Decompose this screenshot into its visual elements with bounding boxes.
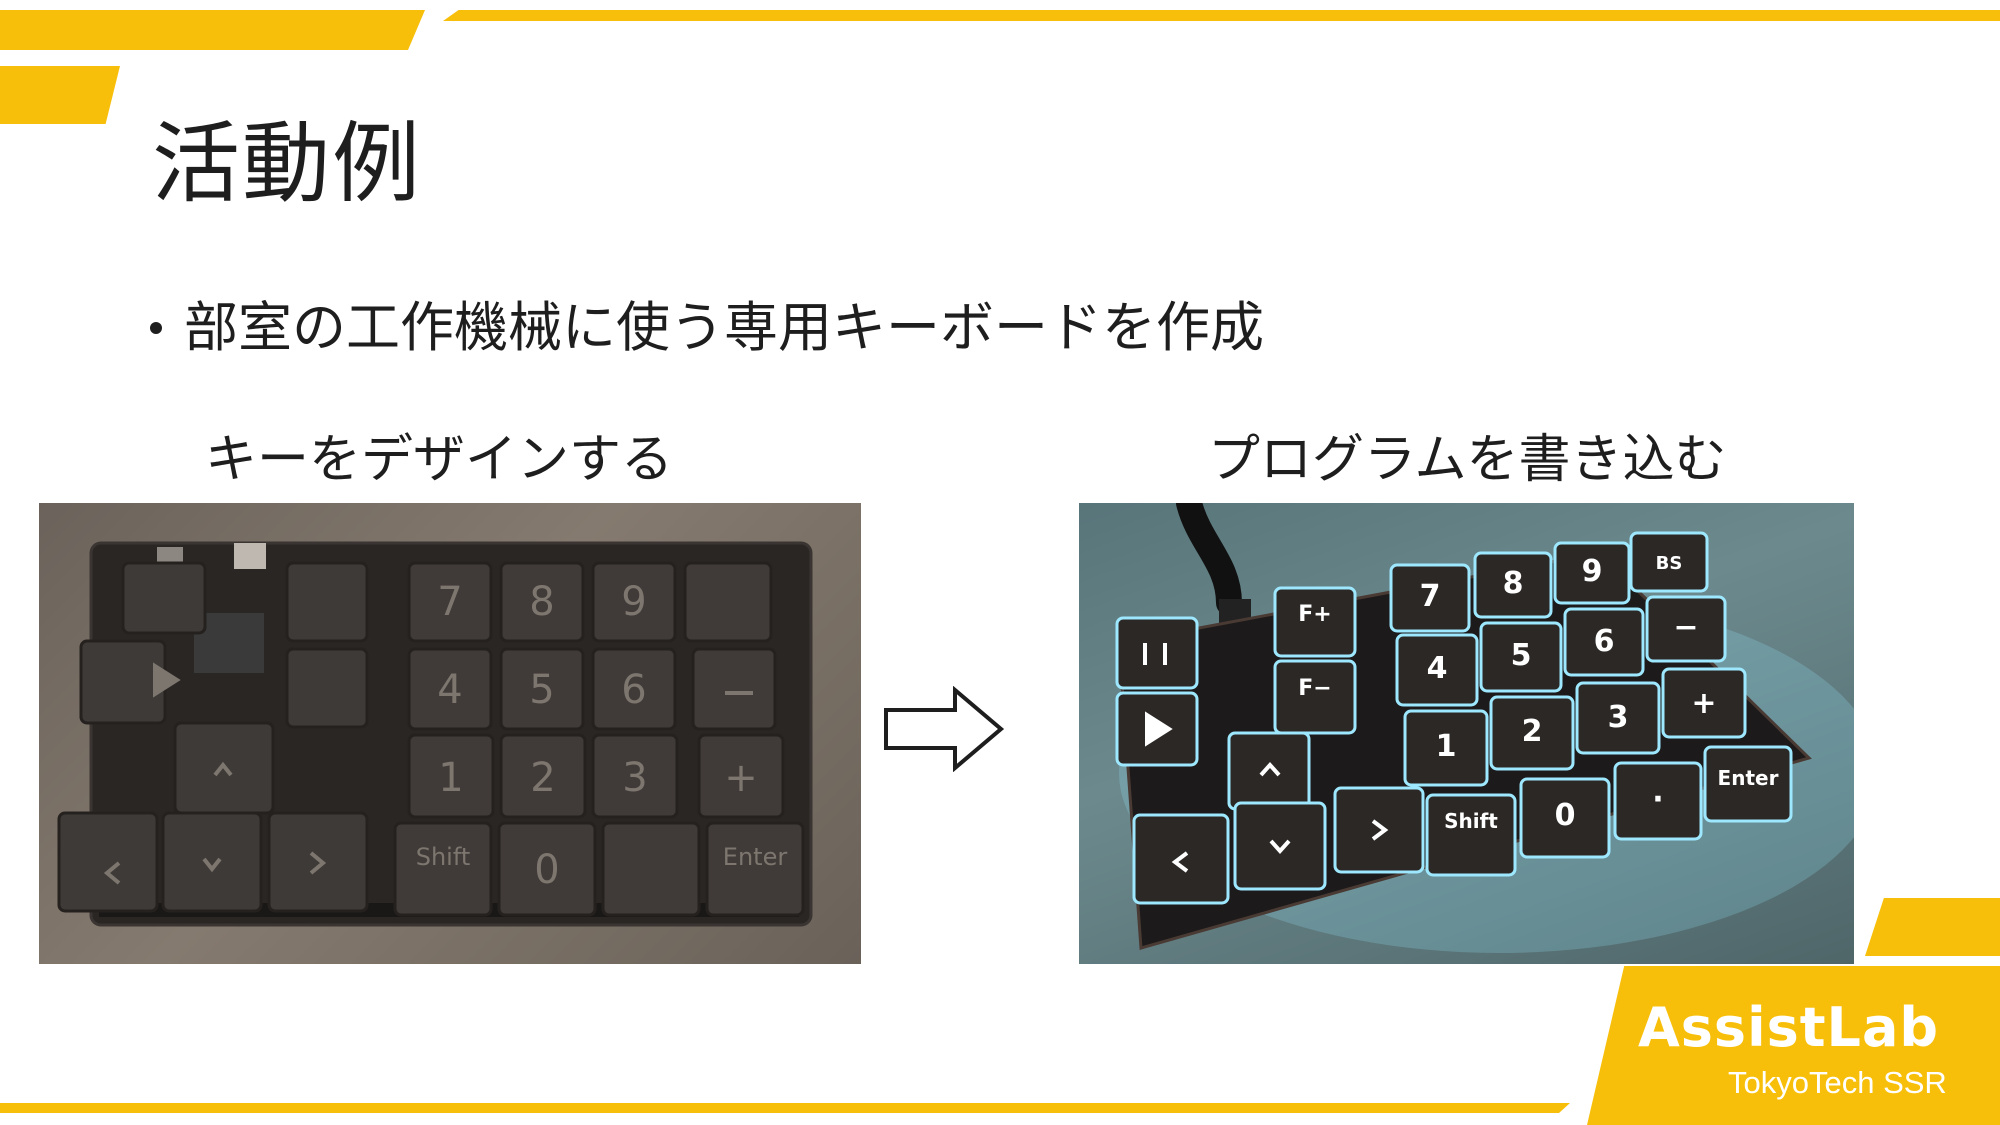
right-key-6: 6 bbox=[1594, 624, 1615, 659]
bullet-dot bbox=[150, 322, 162, 334]
accent-tab-corner bbox=[1865, 898, 2000, 956]
right-key-plus: + bbox=[1691, 686, 1716, 721]
right-key-4: 4 bbox=[1427, 651, 1448, 686]
right-key-f-minus: F− bbox=[1298, 676, 1331, 701]
right-key-enter: Enter bbox=[1718, 766, 1779, 790]
caption-design-keys: キーをデザインする bbox=[205, 430, 674, 490]
right-key-f-plus: F+ bbox=[1298, 602, 1331, 627]
left-key-shift: Shift bbox=[416, 843, 471, 871]
right-key-shift: Shift bbox=[1444, 809, 1498, 833]
accent-line-top bbox=[443, 10, 2000, 21]
right-key-7: 7 bbox=[1420, 579, 1441, 614]
accent-tab-left bbox=[0, 66, 120, 124]
left-key-6: 6 bbox=[621, 667, 646, 713]
photo-keyboard-design: 7 8 9 4 5 6 1 2 3 + 0 Shift Enter bbox=[39, 503, 861, 964]
photo-keyboard-programmed: F+ F− 7 8 9 BS 4 5 6 − 1 2 3 + Shift 0 ·… bbox=[1079, 503, 1854, 964]
left-key-9: 9 bbox=[621, 579, 646, 625]
left-key-plus: + bbox=[724, 755, 758, 801]
bullet-item: 部室の工作機械に使う専用キーボードを作成 bbox=[150, 292, 1264, 364]
left-key-5: 5 bbox=[529, 667, 554, 713]
left-key-7: 7 bbox=[437, 579, 462, 625]
accent-line-bottom bbox=[0, 1103, 1570, 1113]
slide-title: 活動例 bbox=[152, 112, 423, 215]
left-key-0: 0 bbox=[534, 847, 559, 893]
caption-write-program: プログラムを書き込む bbox=[1208, 430, 1727, 490]
right-key-5: 5 bbox=[1511, 638, 1532, 673]
logo-title: AssistLab bbox=[1638, 996, 1940, 1059]
right-key-3: 3 bbox=[1608, 700, 1629, 735]
right-key-0: 0 bbox=[1555, 798, 1576, 833]
left-key-enter: Enter bbox=[723, 843, 788, 871]
bullet-text: 部室の工作機械に使う専用キーボードを作成 bbox=[184, 296, 1264, 359]
right-key-bs: BS bbox=[1656, 553, 1683, 574]
right-key-2: 2 bbox=[1522, 714, 1543, 749]
right-key-8: 8 bbox=[1503, 566, 1524, 601]
right-key-9: 9 bbox=[1582, 554, 1603, 589]
left-key-4: 4 bbox=[437, 667, 462, 713]
keyboard-design-illustration: 7 8 9 4 5 6 1 2 3 + 0 Shift Enter bbox=[57, 541, 813, 927]
logo-subtitle: TokyoTech SSR bbox=[1728, 1065, 1947, 1100]
left-key-8: 8 bbox=[529, 579, 554, 625]
accent-band-top-left bbox=[0, 10, 425, 50]
right-key-minus: − bbox=[1673, 610, 1698, 645]
left-key-3: 3 bbox=[622, 755, 647, 801]
left-key-2: 2 bbox=[530, 755, 555, 801]
left-key-1: 1 bbox=[438, 755, 463, 801]
right-key-dot: · bbox=[1652, 782, 1663, 817]
keyboard-programmed-illustration: F+ F− 7 8 9 BS 4 5 6 − 1 2 3 + Shift 0 ·… bbox=[1115, 503, 1854, 953]
arrow-right-icon bbox=[883, 685, 1005, 776]
right-key-1: 1 bbox=[1436, 729, 1457, 764]
